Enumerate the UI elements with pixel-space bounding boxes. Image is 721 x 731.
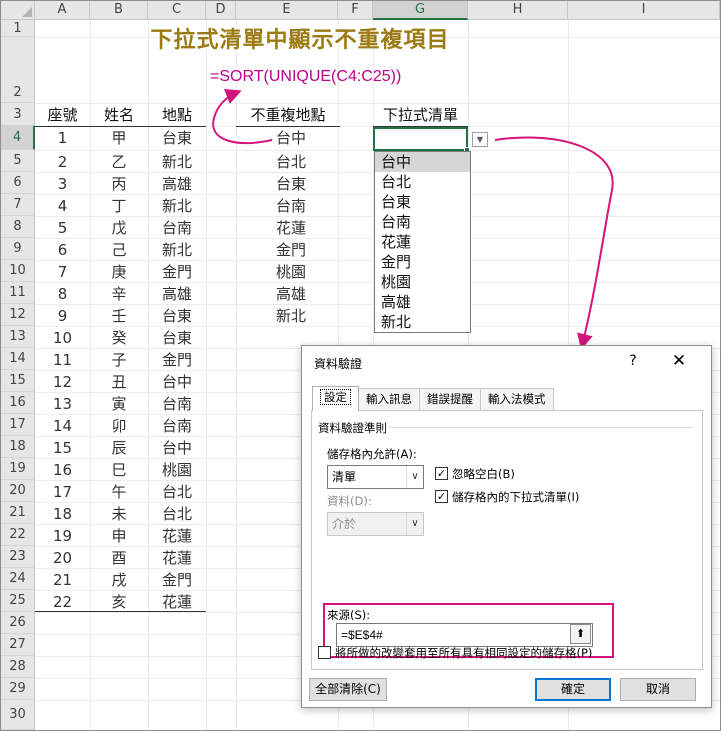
tab-input-message[interactable]: 輸入訊息 [358, 388, 420, 410]
tab-ime-mode[interactable]: 輸入法模式 [480, 388, 554, 410]
apply-all-checkbox[interactable] [318, 646, 331, 659]
help-icon[interactable]: ? [622, 350, 644, 372]
collapse-dialog-icon[interactable]: ⬆ [570, 624, 591, 644]
ignore-blank-checkbox[interactable]: ✓ [435, 467, 448, 480]
tab-error-alert[interactable]: 錯誤提醒 [419, 388, 481, 410]
apply-all-label[interactable]: 將所做的改變套用至所有具有相同設定的儲存格(P) [335, 645, 592, 661]
arrow-to-formula [212, 89, 273, 144]
data-validation-dialog: 資料驗證 ? ✕ 設定 輸入訊息 錯誤提醒 輸入法模式 資料驗證準則 儲存格內允… [301, 345, 712, 708]
tab-settings-label: 設定 [320, 389, 351, 405]
arrow-to-dialog [494, 136, 614, 350]
chevron-down-icon: ∨ [406, 513, 423, 535]
allow-value: 清單 [332, 470, 357, 484]
allow-select[interactable]: 清單 ∨ [327, 465, 424, 489]
ok-button[interactable]: 確定 [535, 678, 611, 701]
dialog-tabs: 設定 輸入訊息 錯誤提醒 輸入法模式 [312, 386, 554, 411]
cancel-button[interactable]: 取消 [620, 678, 696, 701]
close-icon[interactable]: ✕ [668, 350, 690, 372]
section-label: 資料驗證準則 [318, 421, 387, 435]
source-input[interactable]: =$E$4# [336, 623, 593, 647]
clear-all-button[interactable]: 全部清除(C) [309, 678, 387, 701]
ignore-blank-label[interactable]: 忽略空白(B) [452, 466, 515, 482]
section-divider [388, 427, 693, 428]
in-cell-dropdown-label[interactable]: 儲存格內的下拉式清單(I) [452, 489, 579, 505]
source-label: 來源(S): [327, 608, 371, 622]
data-value: 介於 [332, 517, 357, 531]
allow-label: 儲存格內允許(A): [327, 447, 417, 461]
chevron-down-icon: ∨ [406, 466, 423, 488]
data-select: 介於 ∨ [327, 512, 424, 536]
in-cell-dropdown-checkbox[interactable]: ✓ [435, 490, 448, 503]
settings-panel: 資料驗證準則 儲存格內允許(A): 清單 ∨ ✓ 忽略空白(B) ✓ 儲存格內的… [311, 410, 703, 670]
data-label: 資料(D): [327, 494, 372, 508]
tab-settings[interactable]: 設定 [312, 386, 359, 411]
dialog-title: 資料驗證 [314, 357, 363, 371]
